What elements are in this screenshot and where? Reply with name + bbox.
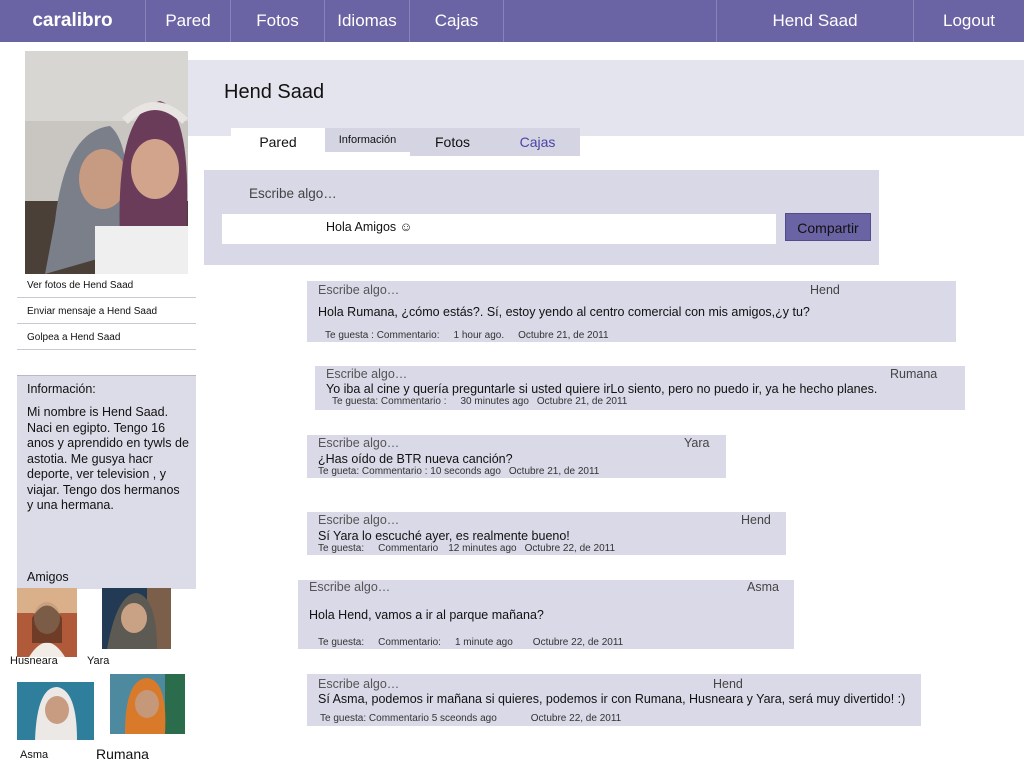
post-meta-actions[interactable]: Te guesta : Commentario:	[325, 330, 440, 341]
wall-post: Escribe algo… Hend Sí Yara lo escuché ay…	[307, 512, 786, 555]
post-placeholder: Escribe algo…	[318, 283, 400, 297]
composer-prompt: Escribe algo…	[249, 186, 337, 201]
post-text: ¿Has oído de BTR nueva canción?	[318, 452, 513, 466]
friends-title: Amigos	[27, 570, 69, 584]
wall-post: Escribe algo… Asma Hola Hend, vamos a ir…	[298, 580, 794, 649]
send-message-link[interactable]: Enviar mensaje a Hend Saad	[17, 299, 196, 324]
post-text: Yo iba al cine y quería preguntarle si u…	[326, 382, 878, 396]
post-author[interactable]: Hend	[741, 513, 771, 527]
post-text: Hola Rumana, ¿cómo estás?. Sí, estoy yen…	[318, 305, 810, 319]
post-meta-date: Octubre 21, de 2011	[518, 330, 609, 341]
post-meta-date: Octubre 22, de 2011	[524, 543, 616, 554]
friend-photo-rumana[interactable]	[110, 674, 185, 734]
friend-name-rumana[interactable]: Rumana	[96, 746, 149, 762]
post-meta-actions[interactable]: Te guesta: Commentario :	[332, 396, 447, 407]
wall-post: Escribe algo… Hend Hola Rumana, ¿cómo es…	[307, 281, 956, 342]
post-meta-date: Octubre 21, de 2011	[536, 396, 628, 407]
friend-name-asma[interactable]: Asma	[20, 749, 48, 761]
post-meta-actions[interactable]: Te gueta: Commentario : 10 seconds ago	[318, 466, 501, 477]
poke-link[interactable]: Golpea a Hend Saad	[17, 325, 196, 350]
wall-post: Escribe algo… Yara ¿Has oído de BTR nuev…	[307, 435, 726, 478]
friend-photo-yara[interactable]	[102, 588, 171, 649]
post-meta-time: 1 minute ago	[454, 637, 513, 648]
composer-input[interactable]: Hola Amigos ☺	[222, 214, 776, 244]
friend-photo-asma[interactable]	[17, 682, 94, 740]
profile-photo[interactable]	[25, 51, 188, 274]
post-meta-comment[interactable]: Commentario:	[378, 637, 441, 648]
post-author[interactable]: Rumana	[890, 367, 937, 381]
top-navigation-bar: caralibro Pared Fotos Idiomas Cajas Hend…	[0, 0, 1024, 42]
post-author[interactable]: Hend	[713, 677, 743, 691]
post-placeholder: Escribe algo…	[326, 367, 408, 381]
post-meta-actions[interactable]: Te guesta: Commentario 5 sceonds ago	[320, 713, 497, 724]
friend-avatar-yara	[102, 588, 171, 649]
info-text: Mi nombre is Hend Saad. Naci en egipto. …	[27, 405, 189, 512]
post-author[interactable]: Yara	[684, 436, 709, 450]
friend-name-yara[interactable]: Yara	[87, 655, 109, 667]
friend-avatar-asma	[17, 682, 94, 740]
wall-post: Escribe algo… Hend Sí Asma, podemos ir m…	[307, 674, 921, 726]
info-panel: Información: Mi nombre is Hend Saad. Nac…	[17, 375, 196, 589]
profile-photo-image	[25, 51, 188, 274]
nav-cajas[interactable]: Cajas	[410, 0, 504, 42]
post-text: Hola Hend, vamos a ir al parque mañana?	[309, 608, 544, 622]
post-meta-like[interactable]: Te guesta:	[318, 543, 364, 554]
profile-name: Hend Saad	[224, 81, 325, 103]
post-meta: Te guesta: Commentario 5 sceonds ago Octu…	[320, 713, 635, 724]
post-meta-date: Octubre 21, de 2011	[508, 466, 600, 477]
post-text: Sí Asma, podemos ir mañana si quieres, p…	[318, 692, 906, 706]
post-text: Sí Yara lo escuché ayer, es realmente bu…	[318, 529, 570, 543]
view-photos-link[interactable]: Ver fotos de Hend Saad	[17, 273, 196, 298]
logout-button[interactable]: Logout	[914, 0, 1024, 42]
post-meta-date: Octubre 22, de 2011	[532, 637, 624, 648]
post-meta-date: Octubre 22, de 2011	[530, 713, 622, 724]
nav-pared[interactable]: Pared	[146, 0, 231, 42]
post-placeholder: Escribe algo…	[318, 513, 400, 527]
friend-name-husneara[interactable]: Husneara	[10, 655, 58, 667]
post-meta: Te guesta: Commentario : 30 minutes ago Oc…	[332, 396, 641, 407]
post-author[interactable]: Hend	[810, 283, 840, 297]
friend-avatar-husneara	[17, 588, 77, 657]
post-meta-like[interactable]: Te guesta:	[318, 637, 364, 648]
post-meta-time: 30 minutes ago	[460, 396, 529, 407]
post-meta-comment[interactable]: Commentario	[378, 543, 438, 554]
wall-post: Escribe algo… Rumana Yo iba al cine y qu…	[315, 366, 965, 410]
post-meta: Te guesta: Commentario: 1 minute ago Octubr…	[318, 637, 637, 648]
post-meta-time: 1 hour ago.	[453, 330, 505, 341]
friend-photo-husneara[interactable]	[17, 588, 77, 657]
post-author[interactable]: Asma	[747, 580, 779, 594]
nav-idiomas[interactable]: Idiomas	[325, 0, 410, 42]
brand-logo[interactable]: caralibro	[0, 0, 146, 42]
post-meta: Te gueta: Commentario : 10 seconds ago Oc…	[318, 466, 613, 477]
share-button[interactable]: Compartir	[785, 213, 871, 241]
info-title: Información:	[27, 382, 96, 396]
friend-avatar-rumana	[110, 674, 185, 734]
composer-input-value: Hola Amigos ☺	[326, 220, 413, 234]
nav-fotos[interactable]: Fotos	[231, 0, 325, 42]
tab-fotos[interactable]: Fotos	[410, 128, 495, 156]
post-placeholder: Escribe algo…	[318, 436, 400, 450]
post-meta-time: 12 minutes ago	[448, 543, 517, 554]
post-meta: Te guesta: Commentario 12 minutes ago Octub…	[318, 543, 629, 554]
post-placeholder: Escribe algo…	[318, 677, 400, 691]
post-meta: Te guesta : Commentario: 1 hour ago. Octub…	[325, 330, 623, 341]
tab-pared[interactable]: Pared	[231, 128, 325, 158]
post-placeholder: Escribe algo…	[309, 580, 391, 594]
nav-user-name[interactable]: Hend Saad	[716, 0, 914, 42]
tab-cajas[interactable]: Cajas	[495, 128, 580, 156]
tab-informacion[interactable]: Información	[325, 128, 410, 152]
